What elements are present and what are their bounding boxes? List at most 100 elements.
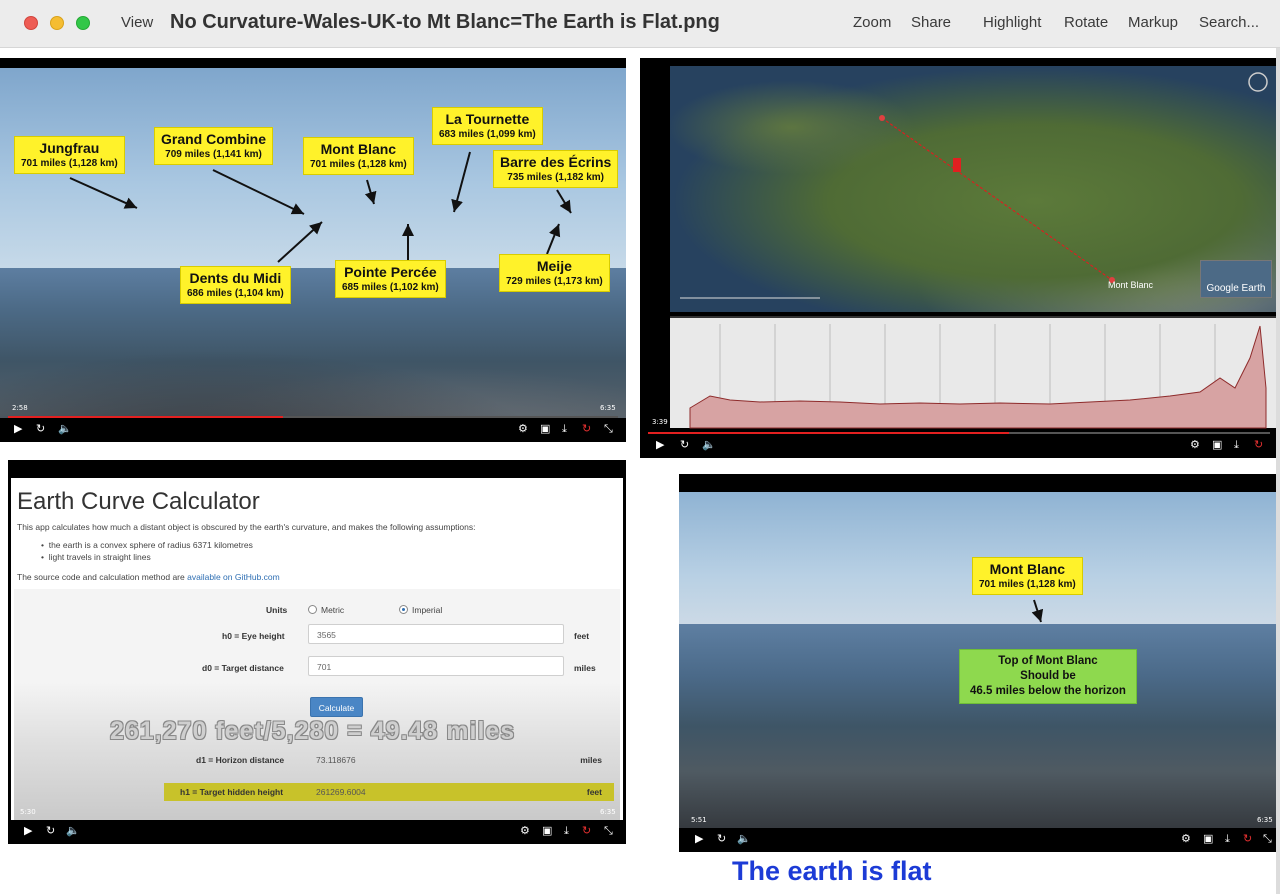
- volume-icon[interactable]: 🔈: [702, 438, 716, 452]
- sightline-overlay: [680, 72, 1268, 299]
- label-name: Dents du Midi: [189, 270, 282, 286]
- label-distance: 686 miles (1,104 km): [187, 288, 284, 299]
- metric-radio[interactable]: [308, 605, 317, 614]
- label-distance: 709 miles (1,141 km): [165, 149, 262, 160]
- compass-icon: [1248, 72, 1268, 92]
- video-controls: ▶ ↻ 🔈 ⚙ ▣ ⤓ ↻ ⤡: [679, 828, 1279, 852]
- caption-text: The earth is flat: [732, 856, 932, 886]
- pip-icon[interactable]: ▣: [542, 824, 552, 838]
- label-name: Mont Blanc: [320, 141, 397, 157]
- pip-icon[interactable]: ▣: [1212, 438, 1222, 452]
- arrow-jungfrau: [69, 177, 138, 209]
- arrow-meije: [546, 223, 561, 255]
- window-titlebar: View No Curvature-Wales-UK-to Mt Blanc=T…: [0, 0, 1280, 48]
- page-title: Earth Curve Calculator: [17, 488, 260, 515]
- fullscreen-icon[interactable]: ⤡: [604, 824, 613, 838]
- volume-icon[interactable]: 🔈: [58, 422, 72, 436]
- highlight-button[interactable]: Highlight: [983, 14, 1041, 31]
- calculate-button[interactable]: Calculate: [310, 697, 363, 717]
- d1-value: 73.118676: [316, 755, 356, 765]
- total-time: 6:35: [1257, 816, 1273, 824]
- reload-icon[interactable]: ↻: [582, 422, 591, 436]
- zoom-window-button[interactable]: [76, 16, 90, 30]
- target-distance-input[interactable]: 701: [308, 656, 564, 676]
- minimize-window-button[interactable]: [50, 16, 64, 30]
- zoom-button[interactable]: Zoom: [853, 14, 891, 31]
- total-time: 6:35: [600, 404, 616, 412]
- reload-icon[interactable]: ↻: [582, 824, 591, 838]
- play-icon[interactable]: ▶: [14, 422, 22, 436]
- reload-icon[interactable]: ↻: [1254, 438, 1263, 452]
- label-jungfrau: Jungfrau 701 miles (1,128 km): [14, 136, 125, 174]
- settings-icon[interactable]: ⚙: [520, 824, 530, 838]
- pip-icon[interactable]: ▣: [540, 422, 550, 436]
- play-icon[interactable]: ▶: [656, 438, 664, 452]
- assumption-item: • light travels in straight lines: [41, 552, 151, 562]
- replay-icon[interactable]: ↻: [680, 438, 689, 452]
- volume-icon[interactable]: 🔈: [737, 832, 751, 846]
- label-distance: 735 miles (1,182 km): [507, 172, 605, 183]
- label-name: Grand Combine: [161, 131, 267, 147]
- volume-icon[interactable]: 🔈: [66, 824, 80, 838]
- arrow-barre-des-ecrins: [556, 189, 572, 214]
- current-time: 2:58: [12, 404, 28, 412]
- label-barre-des-ecrins: Barre des Écrins 735 miles (1,182 km): [493, 150, 619, 188]
- replay-icon[interactable]: ↻: [46, 824, 55, 838]
- h1-unit: feet: [586, 787, 602, 797]
- eye-height-input[interactable]: 3565: [308, 624, 564, 644]
- current-time: 3:39: [652, 418, 668, 426]
- video-panel-curve-calculator[interactable]: Earth Curve Calculator This app calculat…: [8, 460, 626, 844]
- label-name: La Tournette: [445, 111, 530, 127]
- download-icon[interactable]: ⤓: [1225, 832, 1230, 846]
- replay-icon[interactable]: ↻: [717, 832, 726, 846]
- download-icon[interactable]: ⤓: [1234, 438, 1239, 452]
- fullscreen-icon[interactable]: ⤡: [1263, 832, 1272, 846]
- settings-icon[interactable]: ⚙: [1190, 438, 1200, 452]
- calculator-page: Earth Curve Calculator This app calculat…: [11, 478, 623, 822]
- imperial-radio[interactable]: [399, 605, 408, 614]
- video-panel-mont-blanc-horizon[interactable]: Mont Blanc 701 miles (1,128 km) Top of M…: [679, 474, 1279, 852]
- reload-icon[interactable]: ↻: [1243, 832, 1252, 846]
- video-panel-alps-labels[interactable]: Jungfrau 701 miles (1,128 km) Grand Comb…: [0, 58, 626, 442]
- settings-icon[interactable]: ⚙: [518, 422, 528, 436]
- label-distance: 701 miles (1,128 km): [21, 158, 118, 169]
- arrow-dents-du-midi: [277, 221, 323, 263]
- window-edge: [1276, 48, 1280, 894]
- video-controls: ▶ ↻ 🔈 ⚙ ▣ ⤓ ↻: [640, 434, 1278, 458]
- source-text: The source code and calculation method a…: [17, 572, 280, 582]
- total-time: 6:35: [600, 808, 616, 816]
- fullscreen-icon[interactable]: ⤡: [604, 422, 613, 436]
- github-link[interactable]: available on GitHub.com: [187, 572, 280, 582]
- result-row-h1: h1 = Target hidden height 261269.6004 fe…: [164, 783, 614, 801]
- view-menu-button[interactable]: View: [121, 14, 153, 31]
- source-label: The source code and calculation method a…: [17, 572, 185, 582]
- start-marker-icon: [879, 115, 885, 121]
- units-label: Units: [266, 605, 288, 615]
- d0-label: d0 = Target distance: [202, 663, 284, 673]
- video-controls: ▶ ↻ 🔈 ⚙ ▣ ⤓ ↻ ⤡: [0, 418, 626, 442]
- rotate-button[interactable]: Rotate: [1064, 14, 1108, 31]
- arrow-mont-blanc: [1031, 599, 1044, 623]
- play-icon[interactable]: ▶: [695, 832, 703, 846]
- video-panel-google-earth[interactable]: Mont Blanc Google Earth 3:39 ▶ ↻ 🔈 ⚙ ▣ ⤓…: [640, 58, 1278, 458]
- settings-icon[interactable]: ⚙: [1181, 832, 1191, 846]
- label-mont-blanc: Mont Blanc 701 miles (1,128 km): [303, 137, 414, 175]
- label-name: Pointe Percée: [344, 264, 437, 280]
- download-icon[interactable]: ⤓: [562, 422, 567, 436]
- calculator-form: Units Metric Imperial h0 = Eye height 35…: [14, 589, 620, 822]
- close-window-button[interactable]: [24, 16, 38, 30]
- play-icon[interactable]: ▶: [24, 824, 32, 838]
- annotation-line: Top of Mont Blanc: [998, 655, 1098, 667]
- document-title: No Curvature-Wales-UK-to Mt Blanc=The Ea…: [170, 11, 720, 33]
- replay-icon[interactable]: ↻: [36, 422, 45, 436]
- result-row-d1: d1 = Horizon distance 73.118676 miles: [164, 751, 614, 769]
- share-button[interactable]: Share: [911, 14, 951, 31]
- annotation-box: Top of Mont Blanc Should be 46.5 miles b…: [959, 649, 1137, 704]
- pip-icon[interactable]: ▣: [1203, 832, 1213, 846]
- elevation-profile: [670, 316, 1278, 429]
- markup-button[interactable]: Markup: [1128, 14, 1178, 31]
- annotation-line: Should be: [1020, 670, 1076, 682]
- download-icon[interactable]: ⤓: [564, 824, 569, 838]
- assumption-text: light travels in straight lines: [48, 552, 151, 562]
- search-field[interactable]: Search...: [1199, 14, 1259, 31]
